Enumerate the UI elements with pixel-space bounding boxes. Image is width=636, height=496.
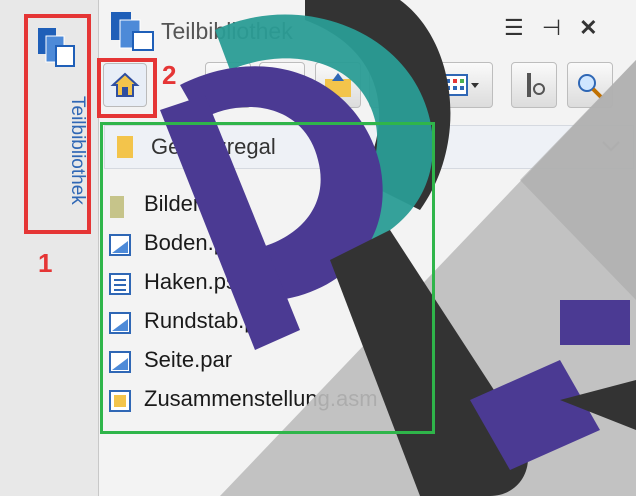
svg-text:*: * bbox=[395, 71, 400, 84]
callout-box-2 bbox=[97, 58, 157, 118]
forward-button[interactable] bbox=[259, 62, 305, 108]
new-folder-button[interactable]: * bbox=[369, 62, 415, 108]
grid-view-icon bbox=[442, 74, 479, 96]
new-folder-icon: * bbox=[379, 71, 405, 97]
view-mode-button[interactable] bbox=[433, 62, 493, 108]
callout-number-2: 2 bbox=[162, 60, 177, 90]
window-controls: ☰ ⊣ ✕ bbox=[504, 15, 598, 41]
callout-box-1 bbox=[24, 14, 91, 234]
search-icon bbox=[578, 74, 604, 100]
panel-title: Teilbibliothek bbox=[161, 18, 293, 44]
close-icon[interactable]: ✕ bbox=[579, 15, 597, 40]
callout-number-1: 1 bbox=[38, 248, 53, 278]
arrow-left-icon bbox=[216, 75, 240, 97]
search-button[interactable] bbox=[567, 62, 613, 108]
arrow-right-icon bbox=[270, 75, 294, 97]
panel-titlebar: Teilbibliothek ☰ ⊣ ✕ bbox=[99, 0, 636, 58]
filter-button[interactable] bbox=[511, 62, 557, 108]
library-icon bbox=[111, 12, 154, 51]
up-folder-button[interactable] bbox=[315, 62, 361, 108]
filter-icon bbox=[527, 73, 545, 97]
callout-box-green bbox=[100, 122, 435, 434]
folder-up-icon bbox=[325, 73, 351, 97]
chevron-down-icon[interactable] bbox=[601, 140, 621, 154]
pin-icon[interactable]: ⊣ bbox=[542, 15, 561, 40]
back-button[interactable] bbox=[205, 62, 251, 108]
dropdown-menu-icon[interactable]: ☰ bbox=[504, 15, 524, 40]
panel-toolbar: * bbox=[99, 58, 636, 120]
